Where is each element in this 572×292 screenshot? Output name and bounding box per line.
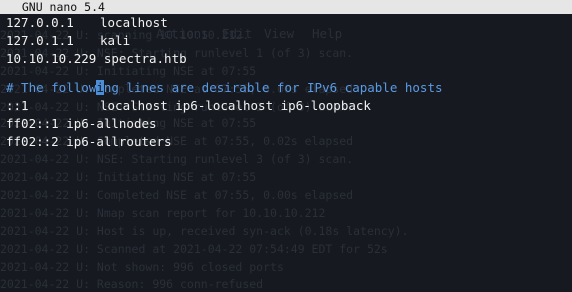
comment-text-after: ng lines are desirable for IPv6 capable … (103, 80, 443, 95)
comment-text-before: # The follow (6, 80, 97, 95)
hosts-line[interactable]: 10.10.10.229 spectra.htb (6, 50, 187, 68)
host-ip: ::1 (6, 98, 29, 113)
bg-log-line: 2021-04-22 U: NSE: Starting runlevel 3 (… (0, 152, 354, 166)
host-ip: ff02::2 (6, 134, 59, 149)
host-ip: ff02::1 (6, 116, 59, 131)
text-cursor: i (96, 80, 104, 95)
host-ip: 127.0.0.1 (6, 15, 74, 30)
ipv6-comment-line[interactable]: # The following lines are desirable for … (6, 79, 443, 97)
bg-log-line: 2021-04-22 U: Not shown: 996 closed port… (0, 260, 284, 274)
nano-title-bar: GNU nano 5.4 (0, 0, 572, 14)
host-ip: 127.0.1.1 (6, 33, 74, 48)
hosts-line[interactable]: ff02::2 ip6-allrouters (6, 133, 172, 151)
bg-log-line: 2021-04-22 U: Nmap scan report for 10.10… (0, 206, 326, 220)
host-name: ip6-allnodes (66, 116, 157, 131)
hosts-line[interactable]: ff02::1 ip6-allnodes (6, 115, 157, 133)
hosts-line[interactable]: 127.0.1.1 kali (6, 32, 130, 50)
host-name: localhost ip6-localhost ip6-loopback (100, 98, 371, 113)
bg-log-line: 2021-04-22 U: Reason: 996 conn-refused (0, 277, 264, 291)
host-ip: 10.10.10.229 (6, 51, 97, 66)
nano-version-label: GNU nano 5.4 (8, 0, 105, 14)
hosts-line[interactable]: ::1 localhost ip6-localhost ip6-loopback (6, 97, 371, 115)
host-name: ip6-allrouters (66, 134, 172, 149)
host-name: spectra.htb (103, 51, 187, 66)
host-name: kali (100, 33, 131, 48)
bg-log-line: 2021-04-22 U: Completed NSE at 07:55, 0.… (0, 188, 354, 202)
bg-log-line: 2021-04-22 U: Host is up, received syn-a… (0, 224, 409, 238)
menu-view[interactable]: View (264, 26, 294, 41)
menu-help[interactable]: Help (312, 26, 342, 41)
bg-log-line: 2021-04-22 U: Scanned at 2021-04-22 07:5… (0, 242, 388, 256)
host-name: localhost (100, 15, 168, 30)
bg-log-line: 2021-04-22 U: Initiating NSE at 07:55 (0, 170, 257, 184)
hosts-line[interactable]: 127.0.0.1 localhost (6, 14, 168, 32)
